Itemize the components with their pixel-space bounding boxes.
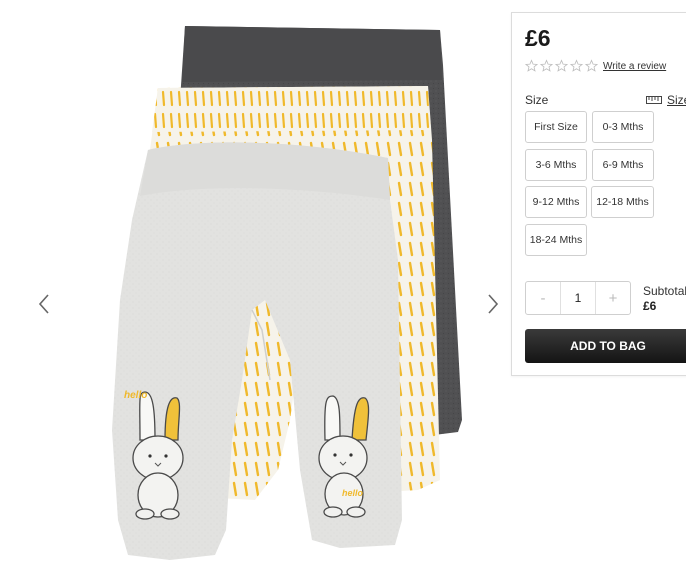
size-option-3-6-mths[interactable]: 3-6 Mths: [525, 149, 587, 181]
size-option-0-3-mths[interactable]: 0-3 Mths: [592, 111, 654, 143]
size-option-12-18-mths[interactable]: 12-18 Mths: [591, 186, 654, 218]
size-option-9-12-mths[interactable]: 9-12 Mths: [525, 186, 587, 218]
star-icon: [569, 59, 584, 72]
star-rating[interactable]: [524, 59, 599, 73]
size-option-first-size[interactable]: First Size: [525, 111, 587, 143]
size-guide-link[interactable]: Size: [646, 93, 686, 107]
price: £6: [525, 25, 551, 51]
product-image: hello hello: [112, 26, 462, 560]
next-image-arrow-icon[interactable]: [483, 290, 503, 318]
quantity-input[interactable]: 1: [560, 282, 596, 314]
size-label: Size: [525, 93, 549, 107]
quantity-stepper: - 1 +: [525, 281, 631, 315]
rating: Write a review: [524, 59, 666, 73]
ruler-icon: [646, 96, 662, 104]
product-purchase-panel: £6 Write a review Size Size First Size 0…: [511, 12, 686, 376]
star-icon: [539, 59, 554, 72]
subtotal-label: Subtotal: [643, 284, 686, 298]
size-option-6-9-mths[interactable]: 6-9 Mths: [592, 149, 654, 181]
size-option-18-24-mths[interactable]: 18-24 Mths: [525, 224, 587, 256]
svg-text:hello: hello: [124, 390, 147, 401]
star-icon: [554, 59, 569, 72]
star-icon: [524, 59, 539, 72]
product-gallery: hello hello: [0, 0, 510, 575]
increase-quantity-button[interactable]: +: [596, 282, 630, 314]
previous-image-arrow-icon[interactable]: [34, 290, 54, 318]
decrease-quantity-button[interactable]: -: [526, 282, 560, 314]
star-icon: [584, 59, 599, 72]
size-guide-label: Size: [667, 93, 686, 107]
svg-text:hello: hello: [342, 488, 364, 498]
subtotal-value: £6: [643, 299, 657, 313]
write-review-link[interactable]: Write a review: [603, 61, 666, 72]
add-to-bag-button[interactable]: ADD TO BAG: [525, 329, 686, 363]
